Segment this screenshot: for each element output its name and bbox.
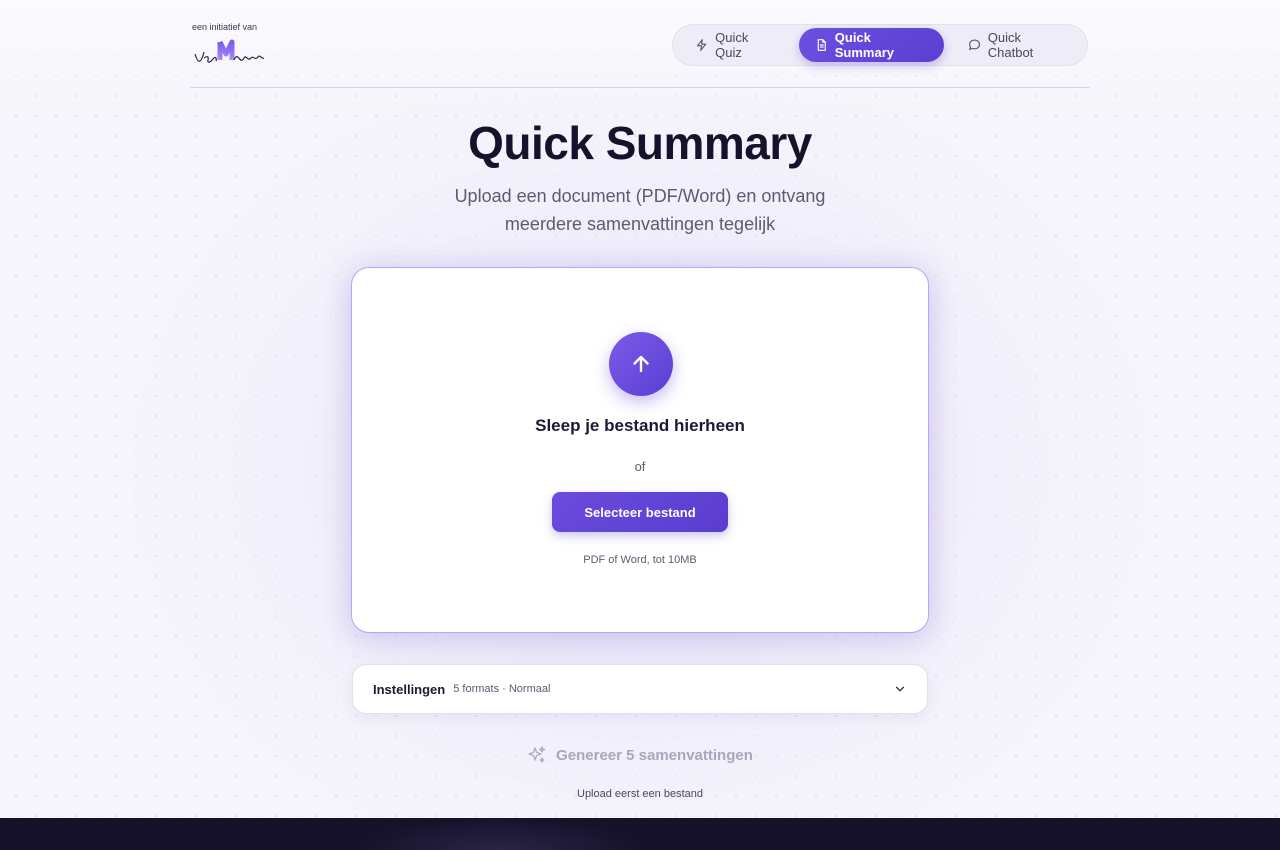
settings-label: Instellingen: [373, 681, 446, 697]
chat-bubble-icon: [968, 39, 980, 51]
product-nav: Quick Quiz Quick Summary Quick Chatbot: [672, 24, 1088, 66]
logo-tagline: een initiatief van: [192, 22, 258, 32]
settings-accordion[interactable]: Instellingen 5 formats · Normaal: [352, 664, 928, 714]
file-type-hint: PDF of Word, tot 10MB: [583, 554, 697, 566]
header: een initiatief van Quick Quiz Quick Summ…: [190, 18, 1090, 88]
dropzone-title: Sleep je bestand hierheen: [535, 416, 745, 435]
nav-quick-summary[interactable]: Quick Summary: [798, 28, 944, 62]
settings-summary: 5 formats · Normaal: [453, 683, 551, 695]
select-file-button[interactable]: Selecteer bestand: [552, 492, 728, 532]
logo[interactable]: een initiatief van: [192, 22, 282, 72]
arrow-up-icon: [633, 355, 649, 373]
page-title: Quick Summary: [468, 117, 812, 169]
footer-band: [0, 818, 1280, 850]
generate-hint: Upload eerst een bestand: [577, 788, 703, 800]
nav-quick-chatbot[interactable]: Quick Chatbot: [950, 28, 1083, 62]
voor-docenten-logo-icon: [194, 39, 265, 63]
page-subtitle: Upload een document (PDF/Word) en ontvan…: [454, 186, 826, 234]
lightning-icon: [696, 39, 707, 51]
chevron-down-icon: [895, 686, 905, 692]
or-separator: of: [634, 459, 646, 474]
upload-icon-circle: [609, 332, 673, 396]
upload-dropzone[interactable]: Sleep je bestand hierheen of Selecteer b…: [351, 267, 929, 633]
document-icon: [817, 39, 826, 51]
sparkles-icon: [528, 746, 546, 763]
generate-label: Genereer 5 samenvattingen: [556, 746, 753, 764]
nav-quick-quiz[interactable]: Quick Quiz: [677, 28, 793, 62]
generate-summaries-button[interactable]: Genereer 5 samenvattingen: [510, 736, 770, 774]
nav-quick-quiz-label: Quick Quiz: [715, 30, 749, 60]
nav-quick-summary-label: Quick Summary: [834, 30, 895, 60]
nav-quick-chatbot-label: Quick Chatbot: [987, 30, 1034, 60]
